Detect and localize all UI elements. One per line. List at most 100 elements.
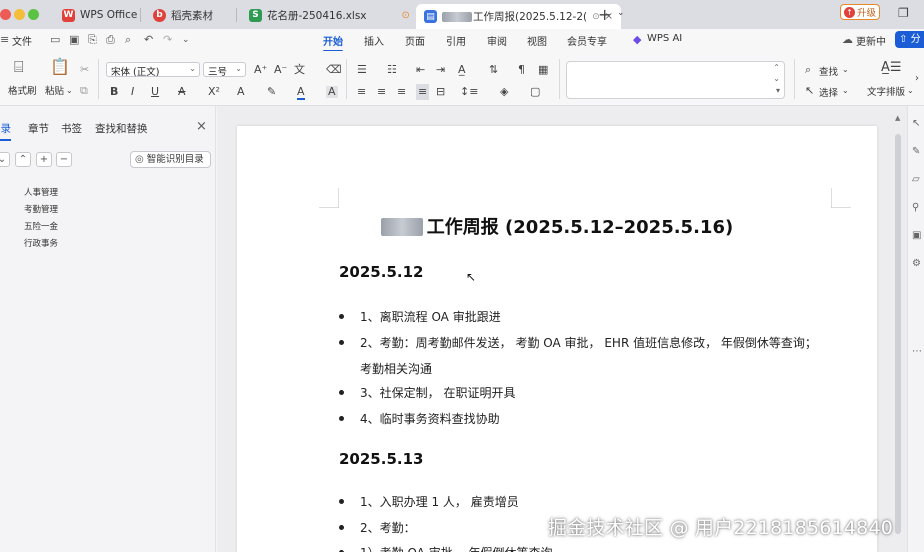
- window-mode-icon[interactable]: ❐: [898, 6, 909, 20]
- undo-icon[interactable]: ↶: [144, 34, 153, 46]
- find-button[interactable]: 查找: [819, 64, 838, 78]
- toc-add-button[interactable]: +: [36, 152, 52, 167]
- superscript-icon[interactable]: X²: [208, 86, 220, 98]
- highlight-icon[interactable]: ✎: [267, 86, 276, 98]
- align-left-icon[interactable]: ≡: [357, 86, 366, 98]
- select-chevron-icon[interactable]: ⌄: [842, 85, 849, 97]
- clear-format-icon[interactable]: ⌫: [326, 64, 342, 76]
- paste-dropdown-chevron-icon[interactable]: ⌄: [66, 85, 73, 97]
- menu-view[interactable]: 视图: [527, 33, 547, 48]
- export-icon[interactable]: ⎘: [88, 34, 97, 46]
- panel-tab-find-replace[interactable]: 查找和替换: [95, 121, 148, 136]
- pen-tool-icon[interactable]: ✎: [912, 146, 920, 157]
- shape-tool-icon[interactable]: ▱: [912, 174, 920, 185]
- zoom-window-button[interactable]: [28, 9, 39, 20]
- strikethrough-icon[interactable]: A: [178, 86, 186, 98]
- minimize-window-button[interactable]: [14, 9, 25, 20]
- text-layout-chevron-icon[interactable]: ⌄: [907, 85, 914, 97]
- phonetic-guide-icon[interactable]: 文: [294, 64, 305, 76]
- document-page[interactable]: 工作周报 (2025.5.12–2025.5.16) 2025.5.12 1、离…: [237, 126, 877, 552]
- cursor-tool-icon[interactable]: ↖: [912, 118, 920, 129]
- bullet-list-icon[interactable]: ☰: [357, 64, 367, 76]
- distributed-icon[interactable]: ⊟: [436, 86, 445, 98]
- more-tools-icon[interactable]: ⋯: [912, 346, 922, 357]
- numbered-list-icon[interactable]: ☷: [387, 64, 397, 76]
- settings-icon[interactable]: ⚙: [912, 258, 921, 269]
- copy-icon[interactable]: ⧉: [80, 85, 88, 97]
- toc-item[interactable]: 考勤管理: [24, 203, 58, 215]
- align-right-icon[interactable]: ≡: [397, 86, 406, 98]
- new-tab-button[interactable]: +: [598, 5, 611, 24]
- underline-icon[interactable]: U: [151, 86, 159, 98]
- character-shading-icon[interactable]: A: [326, 86, 338, 98]
- tab-doc-active[interactable]: ▤ 工作周报(2025.5.12-2( ⊙ ×: [416, 4, 622, 29]
- redo-icon[interactable]: ↷: [163, 34, 172, 46]
- select-button[interactable]: 选择: [819, 85, 838, 99]
- sort-icon[interactable]: ⇅: [489, 64, 498, 76]
- menu-member[interactable]: 会员专享: [567, 33, 607, 48]
- tab-xlsx-file[interactable]: S 花名册-250416.xlsx ⊙: [241, 4, 418, 26]
- format-painter-icon[interactable]: ⌸: [14, 59, 24, 75]
- gallery-expand-icon[interactable]: ▾: [776, 86, 780, 95]
- tab-list-chevron-icon[interactable]: ⌄: [617, 8, 625, 18]
- update-status[interactable]: 更新中: [856, 33, 886, 48]
- toc-item[interactable]: 五险一金: [24, 220, 58, 232]
- menu-references[interactable]: 引用: [446, 33, 466, 48]
- menu-review[interactable]: 审阅: [487, 33, 507, 48]
- justify-icon[interactable]: ≡: [416, 84, 430, 100]
- document-canvas[interactable]: 工作周报 (2025.5.12–2025.5.16) 2025.5.12 1、离…: [217, 106, 907, 552]
- increase-font-size-icon[interactable]: A⁺: [254, 64, 267, 76]
- upgrade-button[interactable]: ↑ 升级: [840, 4, 880, 20]
- format-painter-button[interactable]: 格式刷: [8, 83, 37, 97]
- line-spacing-icon[interactable]: ↕≡: [460, 86, 478, 98]
- paste-icon[interactable]: 📋: [50, 59, 70, 75]
- ribbon-scroll-right-icon[interactable]: ›: [915, 73, 919, 85]
- menu-insert[interactable]: 插入: [364, 33, 384, 48]
- tab-daoke[interactable]: b 稻壳素材: [145, 4, 221, 26]
- gallery-up-chevron-icon[interactable]: ⌃: [773, 63, 780, 72]
- image-tool-icon[interactable]: ▣: [912, 230, 921, 241]
- text-layout-button[interactable]: 文字排版: [867, 84, 905, 98]
- cut-icon[interactable]: ✂: [80, 64, 89, 76]
- find-chevron-icon[interactable]: ⌄: [842, 64, 849, 76]
- gallery-down-chevron-icon[interactable]: ⌄: [773, 74, 780, 83]
- style-gallery[interactable]: ⌃ ⌄ ▾: [566, 61, 785, 99]
- table-border-icon[interactable]: ▢: [530, 86, 540, 98]
- toc-collapse-button[interactable]: ⌄: [0, 152, 10, 167]
- chinese-layout-icon[interactable]: A̲: [458, 64, 466, 76]
- quick-access-more-icon[interactable]: ⌄: [182, 34, 190, 46]
- bold-icon[interactable]: B: [110, 86, 118, 98]
- menu-home[interactable]: 开始: [323, 33, 343, 52]
- vertical-scrollbar[interactable]: ▲: [892, 106, 906, 552]
- font-name-select[interactable]: 宋体 (正文) ⌄: [106, 62, 200, 78]
- decrease-font-size-icon[interactable]: A⁻: [274, 64, 287, 76]
- font-size-select[interactable]: 三号 ⌄: [203, 62, 246, 78]
- tab-wps-office[interactable]: W WPS Office: [54, 4, 145, 26]
- hamburger-menu-icon[interactable]: ≡: [0, 34, 9, 46]
- toc-promote-button[interactable]: ⌃: [15, 152, 31, 167]
- menu-wps-ai[interactable]: WPS AI: [647, 33, 682, 44]
- text-effect-icon[interactable]: A: [237, 86, 245, 98]
- toc-item[interactable]: 行政事务: [24, 237, 58, 249]
- close-window-button[interactable]: [0, 9, 11, 20]
- italic-icon[interactable]: I: [131, 86, 134, 98]
- save-icon[interactable]: ▣: [69, 34, 79, 46]
- scrollbar-thumb[interactable]: [895, 134, 901, 534]
- increase-indent-icon[interactable]: ⇥: [436, 64, 445, 76]
- font-color-icon[interactable]: A: [297, 86, 305, 100]
- share-button[interactable]: ⇧ 分: [895, 31, 924, 48]
- print-preview-icon[interactable]: ⌕: [125, 34, 131, 46]
- panel-tab-chapters[interactable]: 章节: [28, 121, 49, 136]
- menu-page[interactable]: 页面: [405, 33, 425, 48]
- align-center-icon[interactable]: ≡: [377, 86, 386, 98]
- open-folder-icon[interactable]: ▭: [50, 34, 60, 46]
- scroll-up-icon[interactable]: ▲: [895, 114, 900, 122]
- location-icon[interactable]: ⚲: [912, 202, 919, 213]
- panel-tab-toc[interactable]: 目录: [0, 121, 11, 141]
- close-panel-icon[interactable]: ×: [196, 119, 207, 134]
- decrease-indent-icon[interactable]: ⇤: [416, 64, 425, 76]
- paste-button[interactable]: 粘贴: [45, 83, 64, 97]
- panel-tab-bookmarks[interactable]: 书签: [61, 121, 82, 136]
- shading-icon[interactable]: ◈: [500, 86, 508, 98]
- show-marks-icon[interactable]: ¶: [518, 64, 525, 76]
